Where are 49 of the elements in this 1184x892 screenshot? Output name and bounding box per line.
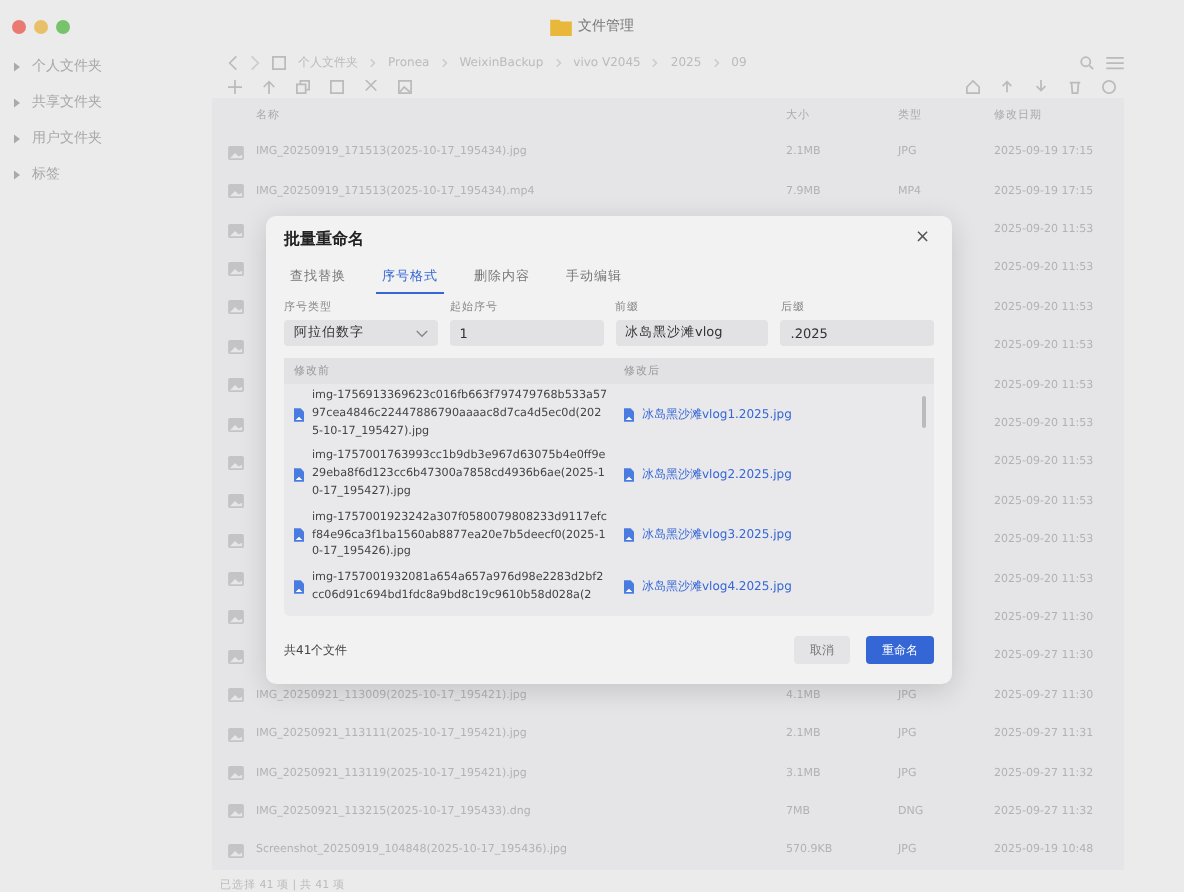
file-icon [228, 843, 244, 858]
forward-icon[interactable] [250, 56, 260, 71]
chevron-down-icon [415, 329, 428, 337]
file-icon [228, 184, 244, 199]
plus-icon[interactable] [228, 79, 242, 94]
file-icon [228, 766, 244, 781]
file-icon [228, 610, 244, 625]
image-file-icon [624, 407, 634, 422]
file-icon [228, 261, 244, 276]
file-icon [228, 417, 244, 431]
image-icon[interactable] [398, 79, 412, 94]
file-icon [228, 300, 244, 315]
close-window-button[interactable] [12, 19, 26, 33]
file-icon [228, 145, 244, 160]
file-icon [228, 649, 244, 664]
image-file-icon [294, 468, 304, 483]
image-file-icon [294, 407, 304, 422]
info-icon[interactable] [1102, 79, 1116, 94]
file-icon [228, 494, 244, 509]
search-icon[interactable] [1080, 56, 1094, 71]
upload-icon[interactable] [1000, 79, 1014, 94]
file-icon [228, 804, 244, 819]
zoom-window-button[interactable] [56, 19, 70, 33]
file-icon [228, 688, 244, 703]
image-file-icon [294, 580, 304, 595]
minimize-window-button[interactable] [34, 19, 48, 33]
scrollbar[interactable] [922, 396, 926, 428]
trash-icon[interactable] [1068, 79, 1082, 94]
dialog-title: 批量重命名 [284, 227, 364, 249]
image-file-icon [294, 528, 304, 543]
back-icon[interactable] [228, 56, 238, 71]
image-file-icon [624, 580, 634, 595]
home-icon[interactable] [966, 79, 980, 94]
folder-icon [550, 17, 572, 35]
image-file-icon [624, 468, 634, 483]
list-view-icon[interactable] [1106, 56, 1124, 71]
file-icon [228, 339, 244, 354]
file-icon [228, 378, 244, 393]
file-icon [228, 572, 244, 587]
close-button[interactable]: × [910, 228, 934, 248]
up-arrow-icon[interactable] [262, 79, 276, 94]
file-icon [228, 223, 244, 238]
file-icon [228, 455, 244, 470]
download-icon[interactable] [1034, 79, 1048, 94]
square-icon[interactable] [330, 79, 344, 94]
copy-icon[interactable] [296, 79, 310, 94]
image-file-icon [624, 528, 634, 543]
file-icon [228, 533, 244, 548]
file-icon [228, 727, 244, 742]
